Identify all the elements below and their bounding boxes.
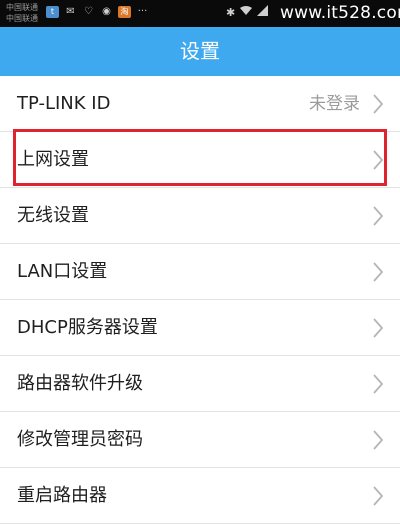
status-bar: 中国联通 中国联通 t ✉ ♡ ◉ 淘 ··· ✱ www.it528.com bbox=[0, 0, 400, 27]
menu-item-label: 无线设置 bbox=[17, 205, 89, 226]
page-header: 设置 bbox=[0, 27, 400, 76]
page-title: 设置 bbox=[180, 39, 220, 63]
chevron-right-icon bbox=[373, 94, 384, 114]
menu-item-label: DHCP服务器设置 bbox=[17, 317, 158, 338]
signal-icon bbox=[257, 5, 269, 19]
chevron-right-icon bbox=[373, 262, 384, 282]
menu-item-label: 重启路由器 bbox=[17, 485, 107, 506]
twitter-icon: t bbox=[46, 6, 59, 18]
wifi-icon bbox=[239, 5, 253, 19]
system-status-icons: ✱ bbox=[226, 5, 269, 19]
bluetooth-icon: ✱ bbox=[226, 5, 236, 19]
menu-item-label: LAN口设置 bbox=[17, 261, 108, 282]
menu-item-label: 上网设置 bbox=[17, 149, 89, 170]
menu-item-tplink-id[interactable]: TP-LINK ID 未登录 bbox=[0, 76, 400, 132]
chevron-right-icon bbox=[373, 486, 384, 506]
menu-item-label: TP-LINK ID bbox=[17, 93, 111, 114]
chevron-right-icon bbox=[373, 374, 384, 394]
chevron-right-icon bbox=[373, 318, 384, 338]
menu-item-wireless-settings[interactable]: 无线设置 bbox=[0, 188, 400, 244]
watermark-text: www.it528.com bbox=[280, 3, 400, 23]
menu-item-label: 修改管理员密码 bbox=[17, 429, 143, 450]
more-icon: ··· bbox=[137, 6, 148, 17]
menu-item-dhcp-settings[interactable]: DHCP服务器设置 bbox=[0, 300, 400, 356]
menu-item-label: 路由器软件升级 bbox=[17, 373, 143, 394]
carrier-label-2: 中国联通 bbox=[6, 14, 38, 23]
menu-item-firmware-upgrade[interactable]: 路由器软件升级 bbox=[0, 356, 400, 412]
notification-icons: t ✉ ♡ ◉ 淘 ··· bbox=[46, 6, 149, 18]
menu-item-lan-settings[interactable]: LAN口设置 bbox=[0, 244, 400, 300]
wechat-icon: ✉ bbox=[66, 6, 75, 17]
menu-item-reboot-router[interactable]: 重启路由器 bbox=[0, 468, 400, 524]
login-status-value: 未登录 bbox=[309, 94, 360, 114]
taobao-icon: 淘 bbox=[118, 6, 131, 18]
menu-item-internet-settings[interactable]: 上网设置 bbox=[0, 132, 400, 188]
chevron-right-icon bbox=[373, 206, 384, 226]
chevron-right-icon bbox=[373, 430, 384, 450]
carrier-label-1: 中国联通 bbox=[6, 3, 38, 12]
weibo-icon: ◉ bbox=[102, 6, 111, 17]
chevron-right-icon bbox=[373, 150, 384, 170]
heart-icon: ♡ bbox=[84, 6, 93, 17]
menu-item-change-admin-password[interactable]: 修改管理员密码 bbox=[0, 412, 400, 468]
settings-menu: TP-LINK ID 未登录 上网设置 无线设置 LAN口设置 DHCP服务器设… bbox=[0, 76, 400, 524]
